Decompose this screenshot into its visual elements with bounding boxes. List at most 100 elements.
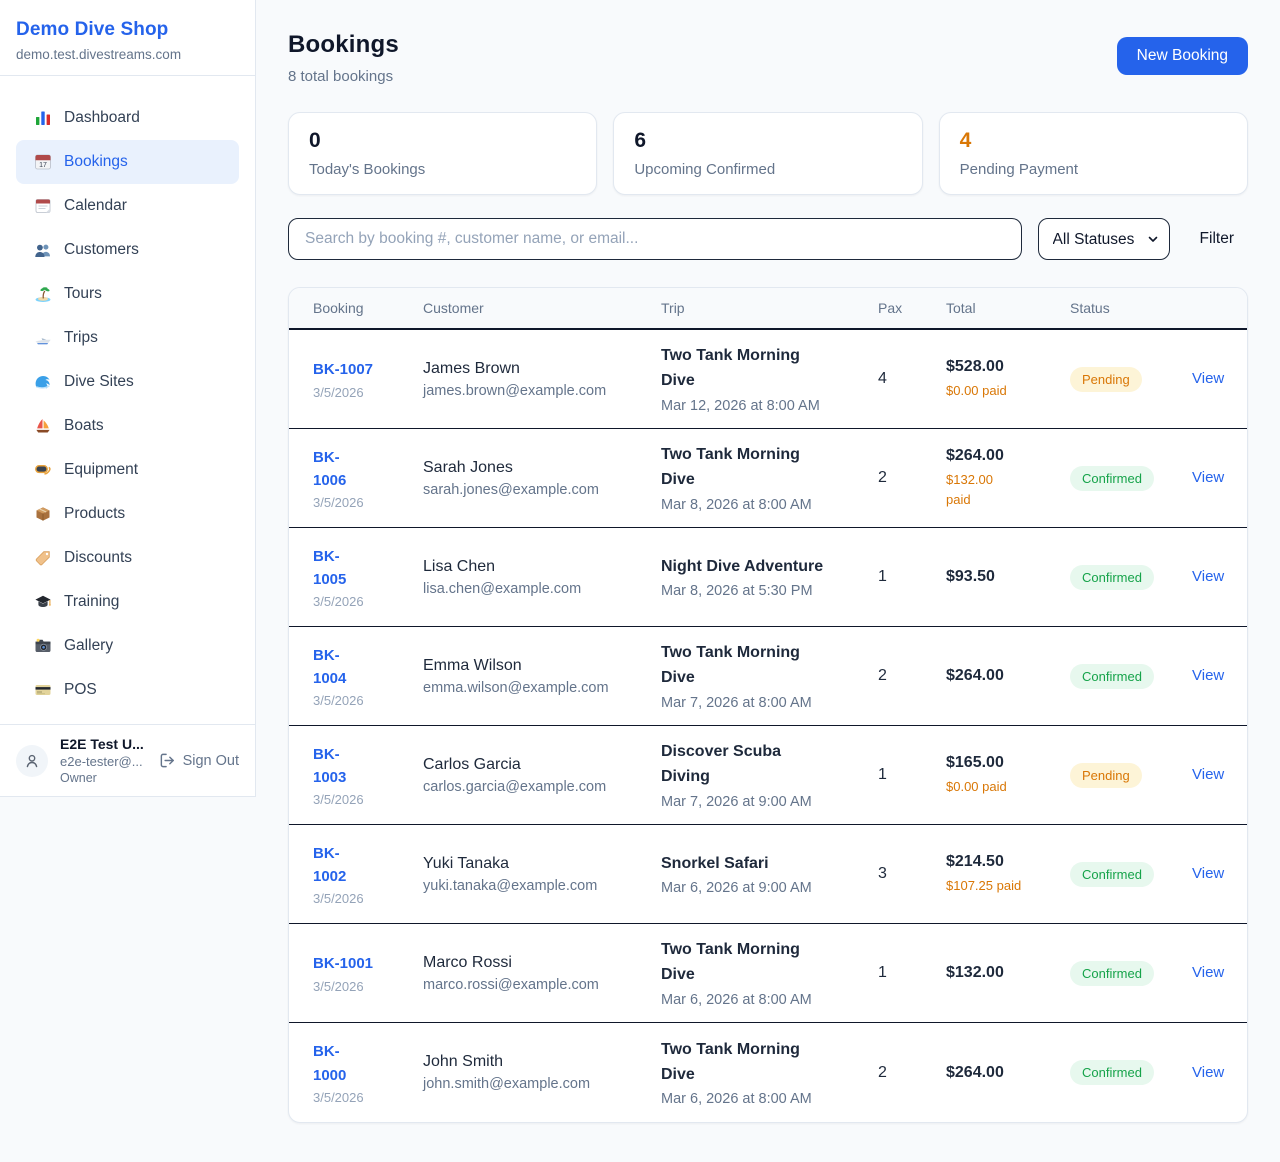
trip-name: Two Tank Morning Dive — [661, 641, 878, 691]
trip-name: Discover Scuba Diving — [661, 740, 878, 790]
view-link[interactable]: View — [1192, 469, 1224, 486]
trip-datetime: Mar 6, 2026 at 8:00 AM — [661, 1091, 878, 1107]
sidebar-item-bookings[interactable]: 17 Bookings — [16, 140, 239, 184]
trip-name: Night Dive Adventure — [661, 555, 878, 580]
status-badge: Confirmed — [1070, 664, 1154, 689]
sidebar-nav: Dashboard 17 Bookings Calendar Customers… — [0, 76, 255, 712]
users-icon — [33, 240, 53, 260]
sidebar-item-calendar[interactable]: Calendar — [16, 184, 239, 228]
view-link[interactable]: View — [1192, 865, 1224, 882]
filter-button[interactable]: Filter — [1186, 222, 1248, 256]
sign-out-button[interactable]: Sign Out — [159, 752, 239, 769]
total-amount: $264.00 — [946, 667, 1070, 685]
stat-label: Pending Payment — [960, 161, 1227, 178]
status-badge: Confirmed — [1070, 565, 1154, 590]
view-link[interactable]: View — [1192, 1064, 1224, 1081]
brand-name: Demo Dive Shop — [16, 19, 239, 41]
booking-id-link[interactable]: BK-1007 — [313, 358, 373, 381]
total-amount: $528.00 — [946, 358, 1070, 376]
user-footer: E2E Test U... e2e-tester@... Owner Sign … — [0, 724, 255, 796]
sidebar-item-pos[interactable]: POS — [16, 668, 239, 712]
booking-id-link[interactable]: BK- 1006 — [313, 446, 346, 493]
booking-id-link[interactable]: BK- 1005 — [313, 545, 346, 592]
booking-date: 3/5/2026 — [313, 693, 423, 708]
sidebar-item-training[interactable]: Training — [16, 580, 239, 624]
customer-name: James Brown — [423, 360, 661, 378]
pax-count: 3 — [878, 865, 946, 883]
status-filter-select[interactable]: All Statuses — [1038, 218, 1170, 260]
column-header-status: Status — [1070, 300, 1192, 316]
sidebar-item-boats[interactable]: Boats — [16, 404, 239, 448]
view-link[interactable]: View — [1192, 964, 1224, 981]
sidebar-item-trips[interactable]: Trips — [16, 316, 239, 360]
view-link[interactable]: View — [1192, 370, 1224, 387]
trip-name: Two Tank Morning Dive — [661, 1038, 878, 1088]
stat-cards: 0 Today's Bookings 6 Upcoming Confirmed … — [288, 112, 1248, 195]
camera-icon — [33, 636, 53, 656]
pax-count: 4 — [878, 370, 946, 388]
speedboat-icon — [33, 328, 53, 348]
trip-datetime: Mar 6, 2026 at 8:00 AM — [661, 992, 878, 1008]
table-row: BK- 1005 3/5/2026 Lisa Chen lisa.chen@ex… — [289, 528, 1247, 627]
view-link[interactable]: View — [1192, 667, 1224, 684]
view-link[interactable]: View — [1192, 568, 1224, 585]
table-header-row: Booking Customer Trip Pax Total Status — [289, 288, 1247, 330]
customer-name: Marco Rossi — [423, 954, 661, 972]
customer-name: Lisa Chen — [423, 558, 661, 576]
pax-count: 1 — [878, 964, 946, 982]
brand-block[interactable]: Demo Dive Shop demo.test.divestreams.com — [0, 0, 255, 76]
sidebar-item-products[interactable]: Products — [16, 492, 239, 536]
booking-id-link[interactable]: BK- 1004 — [313, 644, 346, 691]
trip-name: Two Tank Morning Dive — [661, 938, 878, 988]
sidebar-item-dashboard[interactable]: Dashboard — [16, 96, 239, 140]
customer-email: carlos.garcia@example.com — [423, 779, 661, 795]
pax-count: 2 — [878, 469, 946, 487]
sidebar-item-tours[interactable]: Tours — [16, 272, 239, 316]
stat-card-todays-bookings: 0 Today's Bookings — [288, 112, 597, 195]
stat-card-upcoming-confirmed: 6 Upcoming Confirmed — [613, 112, 922, 195]
sidebar-item-customers[interactable]: Customers — [16, 228, 239, 272]
total-amount: $214.50 — [946, 853, 1070, 871]
dive-mask-icon — [33, 460, 53, 480]
customer-name: Carlos Garcia — [423, 756, 661, 774]
page-title: Bookings — [288, 31, 399, 59]
page-subtitle: 8 total bookings — [288, 68, 399, 85]
booking-id-link[interactable]: BK- 1002 — [313, 842, 346, 889]
booking-date: 3/5/2026 — [313, 792, 423, 807]
customer-email: james.brown@example.com — [423, 383, 661, 399]
stat-card-pending-payment: 4 Pending Payment — [939, 112, 1248, 195]
customer-name: Emma Wilson — [423, 657, 661, 675]
graduation-cap-icon — [33, 592, 53, 612]
customer-email: lisa.chen@example.com — [423, 581, 661, 597]
status-badge: Confirmed — [1070, 1060, 1154, 1085]
booking-id-link[interactable]: BK- 1003 — [313, 743, 346, 790]
sidebar-item-equipment[interactable]: Equipment — [16, 448, 239, 492]
status-badge: Confirmed — [1070, 961, 1154, 986]
booking-date: 3/5/2026 — [313, 1090, 423, 1105]
paid-amount: $132.00 paid — [946, 470, 1070, 509]
booking-id-link[interactable]: BK-1001 — [313, 952, 373, 975]
view-link[interactable]: View — [1192, 766, 1224, 783]
sidebar-item-discounts[interactable]: Discounts — [16, 536, 239, 580]
search-input[interactable] — [288, 218, 1022, 260]
calendar-date-icon: 17 — [33, 152, 53, 172]
pax-count: 1 — [878, 568, 946, 586]
tag-icon — [33, 548, 53, 568]
table-row: BK-1001 3/5/2026 Marco Rossi marco.rossi… — [289, 924, 1247, 1023]
user-email: e2e-tester@... — [60, 754, 144, 769]
table-row: BK- 1000 3/5/2026 John Smith john.smith@… — [289, 1023, 1247, 1122]
bookings-table: Booking Customer Trip Pax Total Status B… — [288, 287, 1248, 1123]
customer-name: John Smith — [423, 1053, 661, 1071]
total-amount: $165.00 — [946, 754, 1070, 772]
status-filter: All Statuses — [1038, 218, 1170, 260]
brand-domain: demo.test.divestreams.com — [16, 47, 239, 62]
sign-out-label: Sign Out — [183, 753, 239, 769]
sidebar-item-dive-sites[interactable]: Dive Sites — [16, 360, 239, 404]
table-row: BK- 1002 3/5/2026 Yuki Tanaka yuki.tanak… — [289, 825, 1247, 924]
booking-id-link[interactable]: BK- 1000 — [313, 1040, 346, 1087]
sidebar-item-gallery[interactable]: Gallery — [16, 624, 239, 668]
customer-email: sarah.jones@example.com — [423, 482, 661, 498]
new-booking-button[interactable]: New Booking — [1117, 37, 1248, 75]
booking-date: 3/5/2026 — [313, 495, 423, 510]
status-badge: Confirmed — [1070, 466, 1154, 491]
